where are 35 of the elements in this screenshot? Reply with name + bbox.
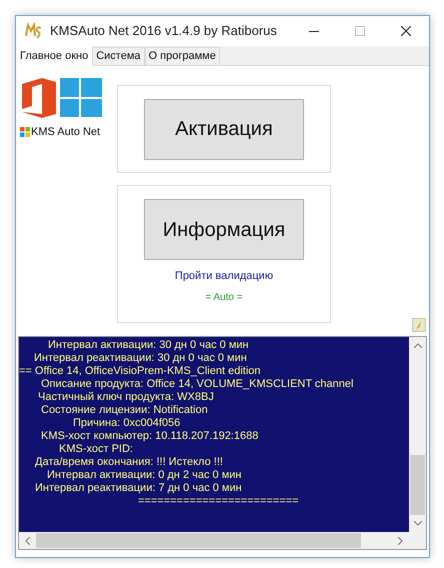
log-line: KMS-хост компьютер: 10.118.207.192:1688 <box>41 430 258 443</box>
log-line: == Office 14, OfficeVisioPrem-KMS_Client edition <box>19 365 261 378</box>
scroll-left-icon <box>25 536 30 544</box>
log-line: KMS-хост PID: <box>59 443 133 456</box>
scroll-thumb[interactable] <box>36 533 361 548</box>
logo-caption: KMS Auto Net <box>31 125 100 140</box>
mode-label: = Auto = <box>205 290 243 304</box>
scroll-up-icon <box>414 343 422 348</box>
log-line: Интервал реактивации: 7 дн 0 час 0 мин <box>35 482 242 495</box>
windows-logo-icon <box>20 127 30 138</box>
logo-icon <box>20 76 104 118</box>
scroll-thumb[interactable] <box>410 455 425 515</box>
log-line: Описание продукта: Office 14, VOLUME_KMSCLIENT channel <box>41 378 354 391</box>
log-line: Состояние лицензии: Notification <box>41 404 208 417</box>
information-button[interactable]: Информация <box>144 199 304 260</box>
tab[interactable]: Система <box>92 47 145 65</box>
log-line: Интервал реактивации: 30 дн 0 час 0 мин <box>34 352 247 365</box>
log-line: Интервал активации: 0 дн 2 час 0 мин <box>47 469 242 482</box>
log-line: ========================= <box>138 495 299 508</box>
scroll-down-icon <box>414 521 422 526</box>
log-line: Частичный ключ продукта: WX8BJ <box>38 391 214 404</box>
scroll-right-icon <box>398 536 403 544</box>
close-icon <box>401 26 411 36</box>
broom-button[interactable] <box>412 318 426 332</box>
log-line: Интервал активации: 30 дн 0 час 0 мин <box>48 339 249 352</box>
validation-link[interactable]: Пройти валидацию <box>174 268 274 284</box>
tab[interactable]: Главное окно <box>16 45 92 66</box>
window-title: KMSAuto Net 2016 v1.4.9 by Ratiborus <box>50 22 277 40</box>
activation-button[interactable]: Активация <box>144 98 304 160</box>
tab[interactable]: О программе <box>144 47 220 65</box>
log-line: Причина: 0xc004f056 <box>73 417 180 430</box>
log-line: Дата/время окончания: !!! Истекло !!! <box>35 456 223 469</box>
app-icon <box>25 22 43 40</box>
maximize-icon <box>355 26 365 36</box>
minimize-icon <box>309 30 319 32</box>
